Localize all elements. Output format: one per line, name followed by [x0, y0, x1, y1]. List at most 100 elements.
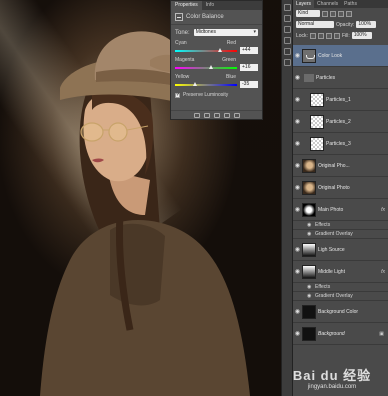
blend-mode-select[interactable]: Normal: [296, 21, 334, 28]
magenta-green-value[interactable]: +16: [240, 64, 258, 71]
layer-name[interactable]: Original Photo: [318, 185, 388, 191]
eye-icon[interactable]: ◉: [293, 184, 302, 191]
brush-icon[interactable]: [284, 48, 291, 55]
eye-icon[interactable]: ◉: [293, 206, 302, 213]
effect-eye-icon[interactable]: ◉: [307, 284, 315, 290]
lock-all-icon[interactable]: [333, 32, 340, 39]
layer-effect-row[interactable]: ◉ Effects: [293, 283, 388, 292]
layer-name[interactable]: Middle Light: [318, 269, 381, 275]
character-icon[interactable]: [284, 59, 291, 66]
tab-paths[interactable]: Paths: [341, 0, 360, 8]
layer-thumbnail: [310, 114, 324, 129]
eye-icon[interactable]: ◉: [293, 118, 302, 125]
opacity-field[interactable]: 100%: [356, 21, 377, 28]
layer-row[interactable]: ◉ Middle Light fx: [293, 261, 388, 283]
tone-row: Tone: Midtones: [171, 25, 262, 38]
filter-adjustment-icon[interactable]: [330, 10, 336, 17]
layer-thumbnail: [302, 202, 316, 217]
layer-effect-row[interactable]: ◉ Gradient Overlay: [293, 292, 388, 301]
fx-icon[interactable]: fx: [381, 207, 385, 213]
filter-pixel-icon[interactable]: [322, 10, 328, 17]
slider-thumb[interactable]: [217, 47, 222, 52]
eye-icon[interactable]: ◉: [293, 308, 302, 315]
tab-layers[interactable]: Layers: [293, 0, 315, 8]
layer-row[interactable]: ◉ Original Pho...: [293, 155, 388, 177]
reset-icon[interactable]: [213, 112, 220, 118]
layer-name[interactable]: Color Look: [318, 53, 388, 59]
tone-select[interactable]: Midtones: [193, 29, 258, 36]
cyan-red-track[interactable]: [175, 47, 237, 52]
eye-icon[interactable]: ◉: [293, 140, 302, 147]
clip-to-layer-icon[interactable]: [193, 112, 200, 118]
eye-icon[interactable]: ◉: [293, 268, 302, 275]
view-previous-icon[interactable]: [203, 112, 210, 118]
cyan-label: Cyan: [175, 40, 187, 46]
eye-icon[interactable]: ◉: [293, 74, 302, 81]
fx-icon[interactable]: fx: [381, 269, 385, 275]
tab-channels[interactable]: Channels: [314, 0, 341, 8]
layer-name[interactable]: Particles_3: [326, 141, 388, 147]
magenta-label: Magenta: [175, 57, 195, 63]
swatches-icon[interactable]: [284, 37, 291, 44]
layer-row[interactable]: ◉ Background ▣: [293, 323, 388, 345]
eye-icon[interactable]: ◉: [293, 246, 302, 253]
layer-row[interactable]: ◉ Particles_2: [293, 111, 388, 133]
layer-name[interactable]: Original Pho...: [318, 163, 388, 169]
tab-info[interactable]: Info: [202, 1, 218, 10]
cyan-red-value[interactable]: +44: [240, 47, 258, 54]
lock-transparent-icon[interactable]: [309, 32, 316, 39]
preserve-luminosity-checkbox[interactable]: [175, 92, 180, 98]
visibility-icon[interactable]: [223, 112, 230, 118]
yellow-blue-slider: Yellow Blue -35: [171, 72, 262, 89]
filter-shape-icon[interactable]: [346, 10, 352, 17]
eye-icon[interactable]: ◉: [293, 52, 302, 59]
layer-name[interactable]: Background Color: [318, 309, 388, 315]
styles-icon[interactable]: [284, 26, 291, 33]
layer-name[interactable]: Particles: [316, 75, 388, 81]
layer-name[interactable]: Background: [318, 331, 379, 337]
fill-field[interactable]: 100%: [351, 32, 372, 39]
layer-name[interactable]: Particles_2: [326, 119, 388, 125]
history-icon[interactable]: [284, 4, 291, 11]
yellow-label: Yellow: [175, 74, 190, 80]
yellow-blue-track[interactable]: [175, 81, 237, 86]
layer-row[interactable]: ◉ Original Photo: [293, 177, 388, 199]
layer-row[interactable]: ◉ Particles_1: [293, 89, 388, 111]
yellow-blue-value[interactable]: -35: [240, 81, 258, 88]
watermark-url: jingyan.baidu.com: [307, 384, 357, 390]
effect-eye-icon[interactable]: ◉: [307, 293, 315, 299]
effect-eye-icon[interactable]: ◉: [307, 231, 315, 237]
lock-pixels-icon[interactable]: [317, 32, 324, 39]
layer-row[interactable]: ◉ Main Photo fx: [293, 199, 388, 221]
layer-row[interactable]: ◉ Color Look: [293, 45, 388, 67]
tab-properties[interactable]: Properties: [171, 1, 202, 10]
adjustments-icon[interactable]: [284, 15, 291, 22]
eye-icon[interactable]: ◉: [293, 96, 302, 103]
magenta-green-track[interactable]: [175, 64, 237, 69]
slider-thumb[interactable]: [192, 81, 197, 86]
layer-row[interactable]: ◉ Particles_3: [293, 133, 388, 155]
layer-name[interactable]: Main Photo: [318, 207, 381, 213]
adjustment-header: Color Balance: [171, 10, 262, 25]
lock-position-icon[interactable]: [325, 32, 332, 39]
layer-row[interactable]: ◉ Background Color: [293, 301, 388, 323]
preserve-luminosity-row[interactable]: Preserve Luminosity: [171, 89, 262, 101]
adjustment-title: Color Balance: [186, 14, 224, 20]
effect-eye-icon[interactable]: ◉: [307, 222, 315, 228]
watermark: Bai du 经验 jingyan.baidu.com: [282, 365, 382, 390]
layer-name[interactable]: Ligh Source: [318, 247, 388, 253]
kind-filter-select[interactable]: Kind: [296, 10, 320, 17]
layer-thumbnail: [302, 48, 316, 63]
layer-effect-row[interactable]: ◉ Effects: [293, 221, 388, 230]
lock-row: Lock: Fill: 100%: [293, 30, 388, 41]
layer-name[interactable]: Particles_1: [326, 97, 388, 103]
filter-type-icon[interactable]: [338, 10, 344, 17]
eye-icon[interactable]: ◉: [293, 330, 302, 337]
layer-row[interactable]: ◉ Ligh Source: [293, 239, 388, 261]
layer-row[interactable]: ◉ Particles: [293, 67, 388, 89]
layer-effect-row[interactable]: ◉ Gradient Overlay: [293, 230, 388, 239]
slider-thumb[interactable]: [208, 64, 213, 69]
blend-row: Normal Opacity: 100%: [293, 19, 388, 30]
eye-icon[interactable]: ◉: [293, 162, 302, 169]
trash-icon[interactable]: [233, 112, 240, 118]
